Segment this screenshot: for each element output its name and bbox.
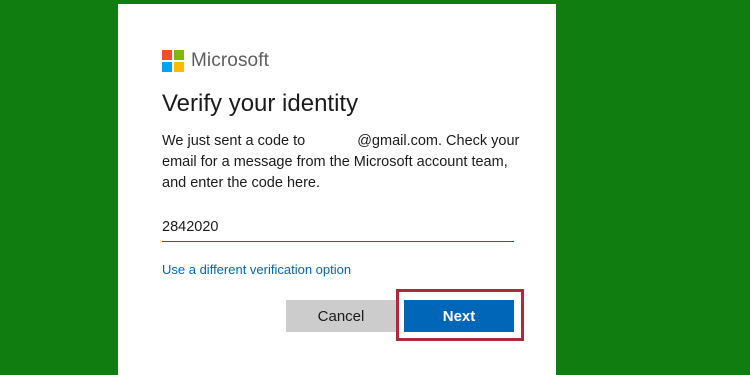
instruction-text: We just sent a code to @gmail.com. Check … <box>162 131 522 194</box>
different-verification-option-link[interactable]: Use a different verification option <box>162 262 351 277</box>
verification-code-input[interactable] <box>162 212 514 242</box>
next-button[interactable]: Next <box>404 300 514 332</box>
brand-name: Microsoft <box>191 50 269 71</box>
logo-yellow-square <box>174 62 184 72</box>
verify-identity-dialog: Microsoft Verify your identity We just s… <box>118 4 556 375</box>
brand-header: Microsoft <box>162 49 269 73</box>
microsoft-logo-icon <box>162 50 184 72</box>
logo-red-square <box>162 50 172 60</box>
logo-blue-square <box>162 62 172 72</box>
logo-green-square <box>174 50 184 60</box>
cancel-button[interactable]: Cancel <box>286 300 396 332</box>
page-title: Verify your identity <box>162 90 359 117</box>
message-part1: We just sent a code to <box>162 133 306 149</box>
